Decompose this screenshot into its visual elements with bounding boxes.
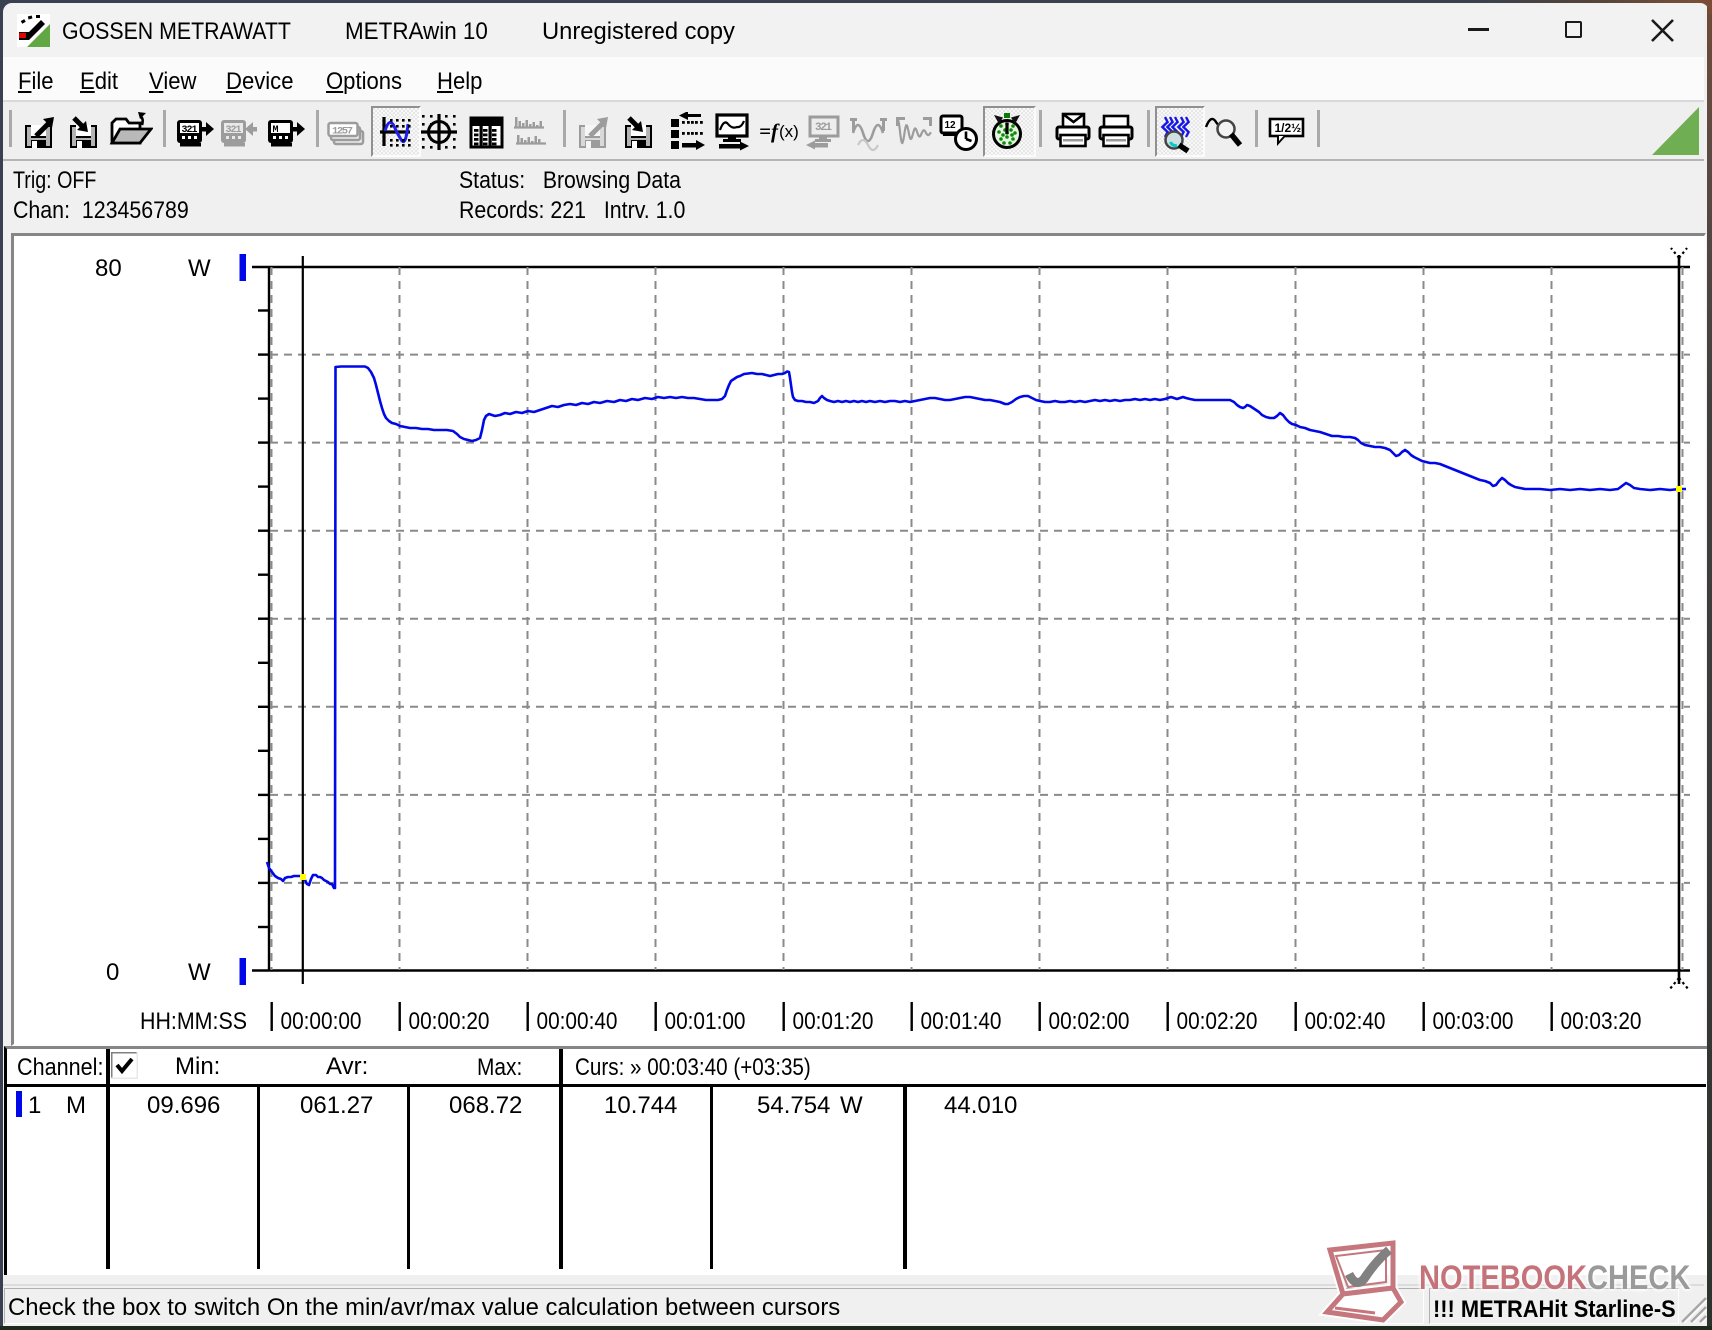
svg-text:00:02:20: 00:02:20 bbox=[1177, 1008, 1258, 1035]
svg-text:00:01:20: 00:01:20 bbox=[793, 1008, 874, 1035]
svg-text:00:02:00: 00:02:00 bbox=[1049, 1008, 1130, 1035]
svg-text:HH:MM:SS: HH:MM:SS bbox=[140, 1008, 247, 1035]
svg-text:80: 80 bbox=[95, 255, 122, 282]
svg-text:00:00:40: 00:00:40 bbox=[537, 1008, 618, 1035]
svg-text:W: W bbox=[188, 255, 211, 282]
svg-text:00:00:20: 00:00:20 bbox=[409, 1008, 490, 1035]
svg-text:00:02:40: 00:02:40 bbox=[1305, 1008, 1386, 1035]
svg-text:00:01:40: 00:01:40 bbox=[921, 1008, 1002, 1035]
svg-text:0: 0 bbox=[106, 959, 119, 986]
svg-text:00:03:00: 00:03:00 bbox=[1433, 1008, 1514, 1035]
svg-text:00:01:00: 00:01:00 bbox=[665, 1008, 746, 1035]
svg-text:00:03:20: 00:03:20 bbox=[1561, 1008, 1642, 1035]
svg-text:00:00:00: 00:00:00 bbox=[281, 1008, 362, 1035]
svg-text:W: W bbox=[188, 959, 211, 986]
